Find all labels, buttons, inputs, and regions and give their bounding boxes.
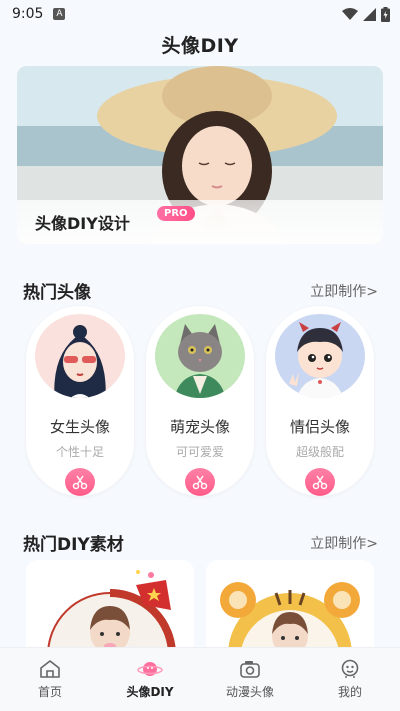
banner-title: 头像DIY设计 <box>35 214 130 233</box>
banner-card[interactable]: 头像DIY设计 PRO <box>17 66 383 244</box>
avatar-card-subtitle: 可可爱爱 <box>175 445 224 459</box>
avatar-card-subtitle: 个性十足 <box>55 445 104 459</box>
hot-avatars-header: 热门头像 立即制作> <box>23 278 378 303</box>
tab-home[interactable]: 首页 <box>0 648 100 711</box>
scissors-icon <box>72 475 88 490</box>
avatar-card-pet[interactable]: 萌宠头像 可可爱爱 <box>146 306 254 496</box>
planet-icon <box>137 662 163 676</box>
tab-label: 首页 <box>37 685 62 699</box>
pet-avatar-image <box>155 314 245 398</box>
hot-avatars-title: 热门头像 <box>23 283 91 303</box>
hot-avatars-list: 女生头像 个性十足 萌宠头像 可可爱爱 情侣头像 超级般配 <box>26 306 374 496</box>
pro-badge: PRO <box>157 206 195 221</box>
user-face-icon <box>341 659 359 678</box>
scissors-icon <box>192 475 208 490</box>
hot-materials-header: 热门DIY素材 立即制作> <box>23 530 378 555</box>
tab-label: 我的 <box>337 685 362 699</box>
scissors-button[interactable] <box>305 468 335 496</box>
status-time: 9:05 <box>12 6 44 22</box>
avatar-card-title: 情侣头像 <box>289 418 350 436</box>
signal-icon <box>363 7 376 21</box>
hot-avatars-make-link[interactable]: 立即制作> <box>310 281 378 301</box>
girl-avatar-image <box>35 314 125 398</box>
notification-icon: A <box>53 8 66 20</box>
tab-avatar-diy[interactable]: 头像DIY <box>100 648 200 711</box>
home-icon <box>40 660 60 678</box>
page-title: 头像DIY <box>161 35 239 57</box>
banner-caption: 头像DIY设计 PRO <box>17 200 383 244</box>
avatar-card-title: 萌宠头像 <box>169 418 230 436</box>
hot-materials-title: 热门DIY素材 <box>23 535 124 555</box>
status-bar: 9:05 A <box>0 0 400 28</box>
tab-label: 动漫头像 <box>225 685 274 699</box>
battery-icon <box>381 6 390 22</box>
scissors-icon <box>312 475 328 490</box>
tab-label: 头像DIY <box>126 685 174 699</box>
tab-anime-avatar[interactable]: 动漫头像 <box>200 648 300 711</box>
camera-icon <box>240 661 260 678</box>
avatar-card-girl[interactable]: 女生头像 个性十足 <box>26 306 134 496</box>
hot-materials-make-link[interactable]: 立即制作> <box>310 533 378 553</box>
avatar-card-subtitle: 超级般配 <box>295 445 344 459</box>
avatar-card-couple[interactable]: 情侣头像 超级般配 <box>266 306 374 496</box>
scissors-button[interactable] <box>185 468 215 496</box>
bottom-tab-bar: 首页 头像DIY 动漫头像 我的 <box>0 647 400 711</box>
avatar-card-title: 女生头像 <box>49 418 110 436</box>
couple-avatar-image <box>275 314 365 398</box>
scissors-button[interactable] <box>65 468 95 496</box>
tab-mine[interactable]: 我的 <box>300 648 400 711</box>
wifi-icon <box>342 7 358 20</box>
